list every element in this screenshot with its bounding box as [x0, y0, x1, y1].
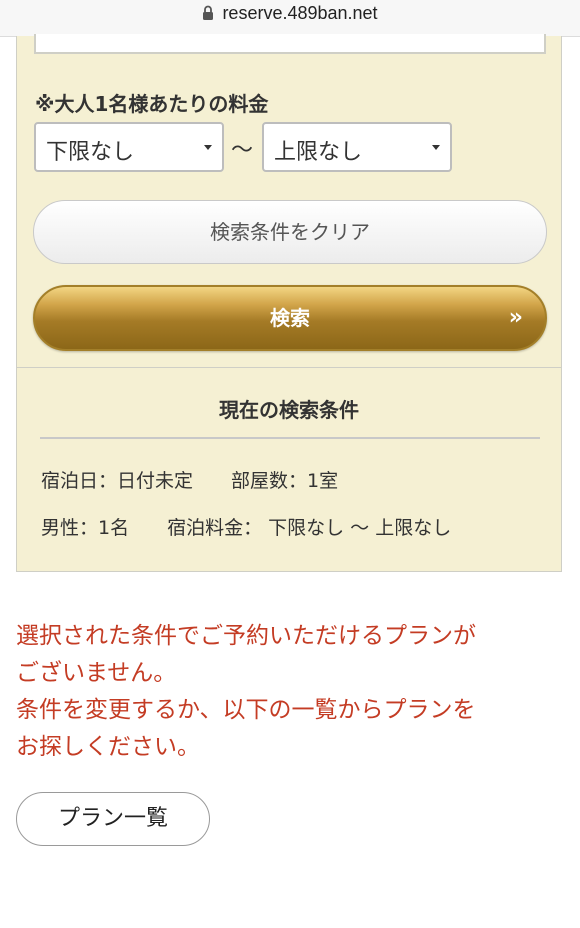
price-label: ※大人1名様あたりの料金 [35, 92, 269, 116]
notice-line: お探しください。 [16, 734, 200, 760]
current-conditions-title: 現在の検索条件 [219, 398, 359, 422]
search-button-label: 検索 [270, 306, 310, 330]
stay-date: 宿泊日：日付未定 [41, 470, 194, 492]
price-min-value: 下限なし [46, 140, 135, 165]
conditions-row-1: 宿泊日：日付未定 部屋数：1室 [41, 466, 376, 493]
url-text: reserve.489ban.net [222, 3, 378, 23]
price-separator: 〜 [231, 138, 254, 163]
notice-line: ございません。 [16, 660, 177, 686]
previous-field[interactable] [34, 34, 546, 54]
price-max-select[interactable]: 上限なし [262, 122, 452, 172]
conditions-row-2: 男性：1名 宿泊料金： 下限なし 〜 上限なし [41, 513, 489, 540]
notice-line: 条件を変更するか、以下の一覧からプランを [16, 697, 476, 723]
search-panel: ※大人1名様あたりの料金 下限なし 〜 上限なし 検索条件をクリア 検索 » 現… [16, 34, 562, 572]
search-button[interactable]: 検索 » [33, 285, 547, 351]
price-max-value: 上限なし [274, 140, 363, 165]
male-count: 男性：1名 [41, 517, 130, 539]
dropdown-arrow-icon [204, 145, 212, 150]
divider [17, 367, 561, 368]
price-min-select[interactable]: 下限なし [34, 122, 224, 172]
dropdown-arrow-icon [432, 145, 440, 150]
notice-line: 選択された条件でご予約いただけるプランが [16, 623, 476, 649]
clear-conditions-button[interactable]: 検索条件をクリア [33, 200, 547, 264]
room-count: 部屋数：1室 [231, 470, 339, 492]
double-chevron-right-icon: » [508, 305, 523, 330]
no-plans-notice: 選択された条件でご予約いただけるプランが ございません。 条件を変更するか、以下… [16, 618, 564, 766]
plan-list-button[interactable]: プラン一覧 [16, 792, 210, 846]
browser-address-bar[interactable]: reserve.489ban.net [0, 0, 580, 37]
divider [40, 437, 540, 439]
lock-icon [202, 5, 214, 26]
price-range: 宿泊料金： 下限なし 〜 上限なし [167, 517, 452, 539]
